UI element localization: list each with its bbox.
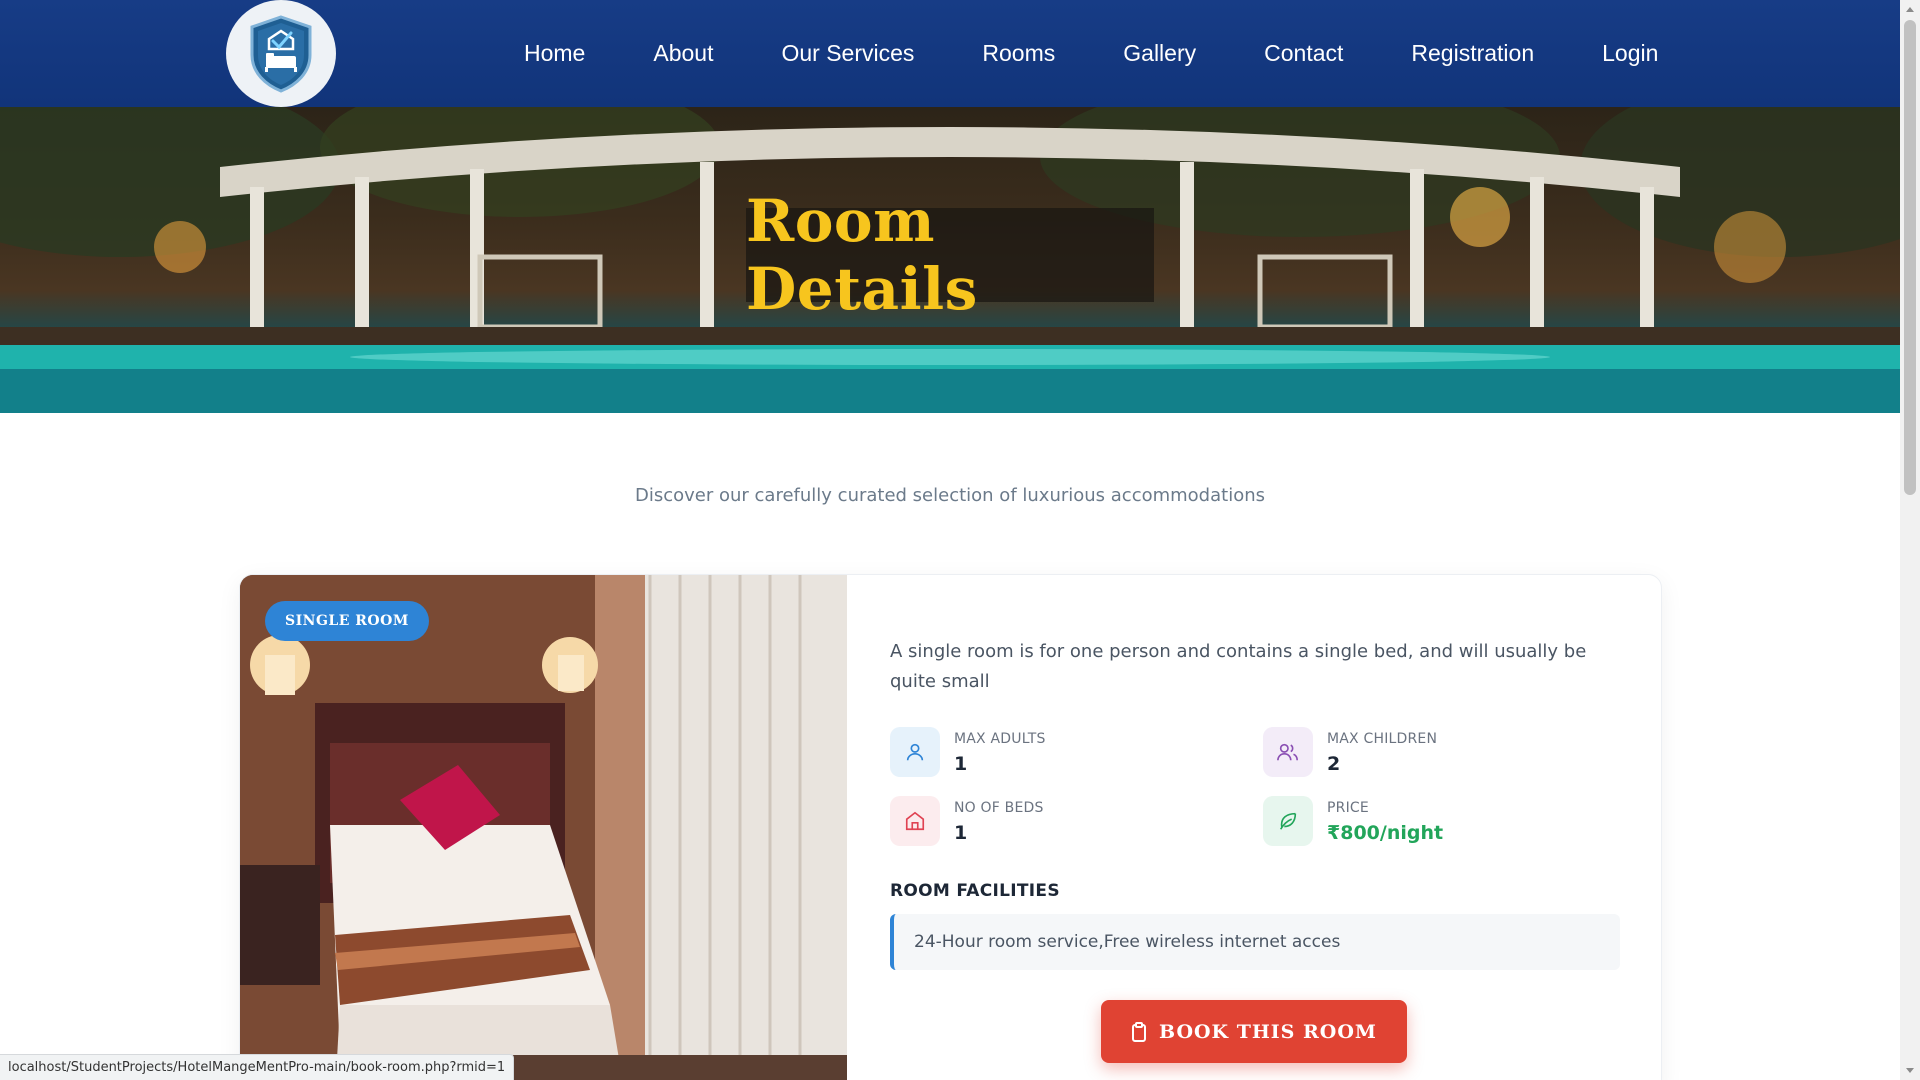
- stat-max-children: MAX CHILDREN 2: [1263, 727, 1437, 777]
- room-card: SINGLE ROOM A single room is for one per…: [239, 574, 1662, 1080]
- nav-home[interactable]: Home: [490, 40, 619, 67]
- stat-label: MAX ADULTS: [954, 731, 1046, 747]
- bedroom-image: [240, 575, 847, 1080]
- vertical-scrollbar[interactable]: [1900, 0, 1920, 1080]
- nav-registration[interactable]: Registration: [1377, 40, 1568, 67]
- hero-title-box: Room Details: [746, 187, 1154, 323]
- stat-value: 1: [954, 822, 968, 844]
- section-subtitle: Discover our carefully curated selection…: [635, 485, 1265, 506]
- main-nav: Home About Our Services Rooms Gallery Co…: [490, 0, 1692, 107]
- room-photo: SINGLE ROOM: [240, 575, 847, 1080]
- leaf-icon: [1263, 796, 1313, 846]
- browser-status-url: localhost/StudentProjects/HotelMangeMent…: [0, 1054, 515, 1080]
- scroll-down-arrow-icon[interactable]: [1904, 1064, 1916, 1076]
- stat-label: NO OF BEDS: [954, 800, 1044, 816]
- stat-value: 2: [1327, 753, 1341, 775]
- facilities-list: 24-Hour room service,Free wireless inter…: [890, 914, 1620, 970]
- nav-our-services[interactable]: Our Services: [747, 40, 948, 67]
- room-info: A single room is for one person and cont…: [890, 575, 1620, 1080]
- nav-rooms[interactable]: Rooms: [948, 40, 1089, 67]
- users-icon: [1263, 727, 1313, 777]
- nav-login[interactable]: Login: [1568, 40, 1692, 67]
- hero-banner: Room Details: [0, 107, 1900, 413]
- book-room-label: BOOK THIS ROOM: [1159, 1020, 1377, 1043]
- stat-label: MAX CHILDREN: [1327, 731, 1438, 747]
- nav-gallery[interactable]: Gallery: [1089, 40, 1230, 67]
- navbar: Home About Our Services Rooms Gallery Co…: [0, 0, 1900, 107]
- stat-price: PRICE ₹800/night: [1263, 796, 1443, 846]
- stat-value: 1: [954, 753, 968, 775]
- scrollbar-thumb[interactable]: [1904, 20, 1916, 495]
- hotel-logo[interactable]: [226, 0, 336, 107]
- page-title: Room Details: [746, 187, 978, 323]
- book-room-button[interactable]: BOOK THIS ROOM: [1101, 1000, 1407, 1063]
- home-icon: [890, 796, 940, 846]
- clipboard-icon: [1131, 1021, 1147, 1042]
- nav-contact[interactable]: Contact: [1230, 40, 1377, 67]
- stat-beds: NO OF BEDS 1: [890, 796, 1044, 846]
- stat-label: PRICE: [1327, 800, 1369, 816]
- scroll-up-arrow-icon[interactable]: [1904, 4, 1916, 16]
- user-icon: [890, 727, 940, 777]
- stat-max-adults: MAX ADULTS 1: [890, 727, 1046, 777]
- facilities-heading: ROOM FACILITIES: [890, 881, 1060, 901]
- shield-logo-icon: [250, 14, 312, 93]
- nav-about[interactable]: About: [619, 40, 747, 67]
- room-description: A single room is for one person and cont…: [890, 641, 1587, 692]
- room-type-badge: SINGLE ROOM: [265, 601, 429, 641]
- stat-value-price: ₹800/night: [1327, 822, 1444, 844]
